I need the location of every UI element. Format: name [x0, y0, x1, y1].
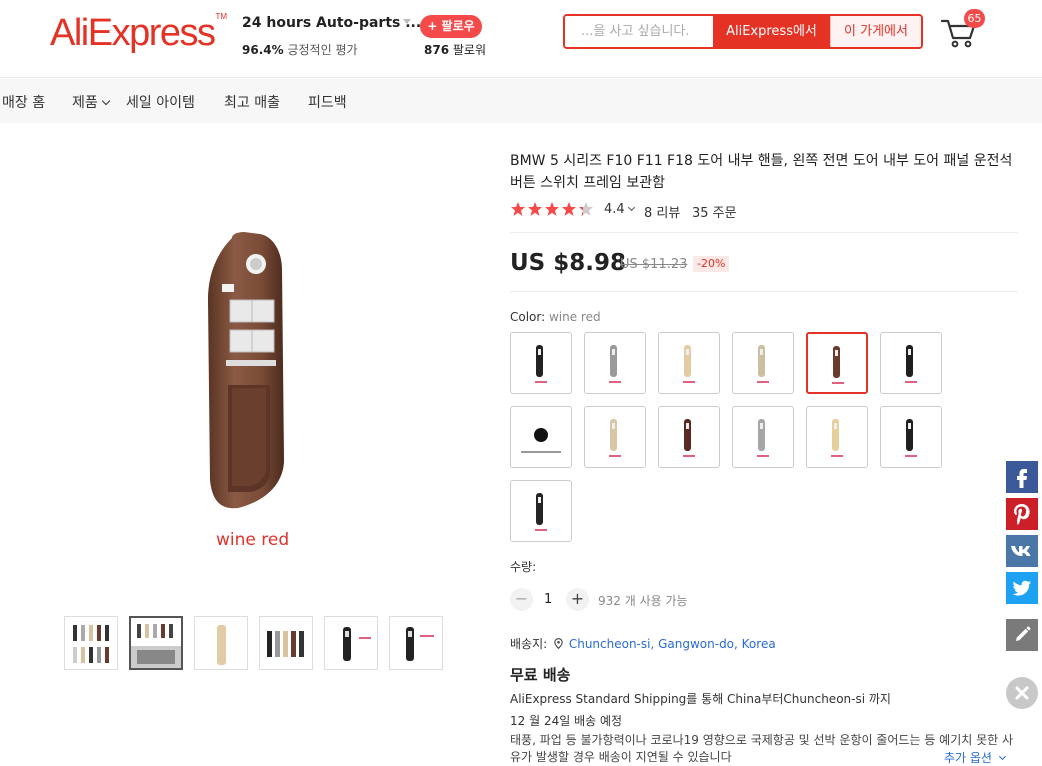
color-swatch-beige-2[interactable] — [584, 406, 646, 468]
ship-to: 배송지: Chuncheon-si, Gangwon-do, Korea — [510, 635, 776, 652]
color-swatch-black[interactable] — [510, 332, 572, 394]
nav-products-label: 제품 — [72, 95, 98, 111]
store-name[interactable]: 24 hours Auto-parts ... — [242, 15, 421, 31]
color-swatch-black-2[interactable] — [880, 332, 942, 394]
nav-sale-items[interactable]: 세일 아이템 — [126, 92, 195, 112]
product-main-image[interactable] — [120, 210, 390, 555]
shipping-method: AliExpress Standard Shipping를 통해 China부터… — [510, 692, 891, 706]
rating-stars[interactable] — [510, 201, 596, 221]
search-aliexpress-button[interactable]: AliExpress에서 — [713, 16, 830, 47]
color-swatch-wine-red-2[interactable] — [658, 406, 720, 468]
thumbnail[interactable] — [324, 616, 378, 670]
pencil-icon — [1016, 626, 1031, 641]
product-title: BMW 5 시리즈 F10 F11 F18 도어 내부 핸들, 왼쪽 전면 도어… — [510, 153, 1013, 191]
logo-text: AliExpress — [50, 12, 216, 54]
color-swatch-black-4[interactable] — [510, 480, 572, 542]
color-swatch-grey[interactable] — [584, 332, 646, 394]
divider — [510, 291, 1018, 292]
pinterest-share-button[interactable] — [1006, 498, 1038, 530]
ship-to-location[interactable]: Chuncheon-si, Gangwon-do, Korea — [569, 637, 776, 651]
nav-store-home[interactable]: 매장 홈 — [2, 92, 45, 112]
nav-top-selling[interactable]: 최고 매출 — [224, 92, 280, 112]
thumbnail[interactable] — [389, 616, 443, 670]
current-price: US $8.98 — [510, 250, 626, 276]
cart-count-badge: 65 — [964, 9, 985, 28]
rating-number: 4.4 — [604, 202, 625, 217]
followers-count: 876 — [424, 43, 450, 57]
thumbnail[interactable] — [64, 616, 118, 670]
color-swatch-beige-3[interactable] — [806, 406, 868, 468]
location-pin-icon — [554, 638, 563, 650]
quantity-label: 수량: — [510, 560, 537, 574]
quantity-value[interactable]: 1 — [544, 592, 552, 607]
color-label-text: Color: — [510, 310, 549, 324]
orders-count: 35 주문 — [692, 206, 737, 221]
twitter-icon — [1012, 580, 1031, 596]
followers-text: 팔로워 — [452, 43, 487, 57]
color-swatch-switch-part[interactable] — [510, 406, 572, 468]
close-share-button[interactable] — [1006, 677, 1038, 709]
positive-rating-percent: 96.4% — [242, 43, 284, 57]
thumbnail[interactable] — [259, 616, 313, 670]
quantity-available: 932 개 사용 가능 — [598, 594, 688, 608]
color-swatch-wine-red[interactable] — [806, 332, 868, 394]
discount-badge: -20% — [693, 256, 730, 272]
delivery-estimate: 12 월 24일 배송 예정 — [510, 714, 623, 728]
shipping-delay-note: 태풍, 파업 등 불가항력이나 코로나19 영향으로 국제항공 및 선박 운항이… — [510, 733, 1014, 764]
rating-value[interactable]: 4.4 — [604, 202, 635, 217]
ship-to-label: 배송지: — [510, 637, 548, 651]
more-options-link[interactable]: 추가 옵션 — [944, 749, 1006, 766]
nav-feedback[interactable]: 피드백 — [308, 92, 347, 112]
free-shipping-title: 무료 배송 — [510, 666, 571, 684]
original-price: US $11.23 — [620, 257, 688, 272]
chevron-down-icon[interactable] — [403, 19, 411, 24]
vk-share-button[interactable] — [1006, 535, 1038, 567]
quantity-increase-button[interactable]: + — [566, 588, 589, 611]
twitter-share-button[interactable] — [1006, 572, 1038, 604]
store-header: AliExpressTM 24 hours Auto-parts ... + 팔… — [0, 0, 1042, 78]
more-options-label: 추가 옵션 — [944, 751, 992, 765]
color-swatch-grey-2[interactable] — [732, 406, 794, 468]
thumbnail[interactable] — [129, 616, 183, 670]
thumbnail[interactable] — [194, 616, 248, 670]
trademark-mark: TM — [215, 12, 228, 21]
color-swatch-black-3[interactable] — [880, 406, 942, 468]
close-icon — [1015, 686, 1029, 700]
divider — [510, 232, 1018, 233]
search-input[interactable] — [565, 16, 713, 47]
facebook-share-button[interactable] — [1006, 461, 1038, 493]
facebook-icon — [1017, 469, 1027, 488]
chevron-down-icon — [627, 203, 635, 212]
store-nav: 매장 홈 제품 세일 아이템 최고 매출 피드백 — [0, 79, 1042, 123]
follow-button[interactable]: + 팔로우 — [420, 15, 482, 38]
nav-products[interactable]: 제품 — [72, 92, 111, 112]
color-swatch-light-beige[interactable] — [732, 332, 794, 394]
positive-rating-text: 긍정적인 평가 — [287, 43, 358, 57]
reviews-count[interactable]: 8 리뷰 — [644, 202, 680, 221]
color-label: Color: wine red — [510, 310, 601, 324]
aliexpress-logo[interactable]: AliExpressTM — [50, 12, 227, 55]
feedback-edit-button[interactable] — [1006, 619, 1038, 651]
color-value: wine red — [548, 310, 601, 324]
store-followers: 876 팔로워 — [424, 41, 486, 58]
search-bar: AliExpress에서 이 가게에서 — [563, 14, 923, 49]
store-rating: 96.4% 긍정적인 평가 — [242, 41, 358, 58]
quantity-decrease-button[interactable]: − — [510, 588, 533, 611]
color-swatch-beige[interactable] — [658, 332, 720, 394]
chevron-down-icon — [998, 752, 1006, 761]
chevron-down-icon — [101, 96, 111, 106]
pinterest-icon — [1014, 504, 1030, 525]
search-store-button[interactable]: 이 가게에서 — [830, 16, 921, 47]
vk-icon — [1011, 546, 1031, 556]
image-caption: wine red — [216, 530, 290, 550]
